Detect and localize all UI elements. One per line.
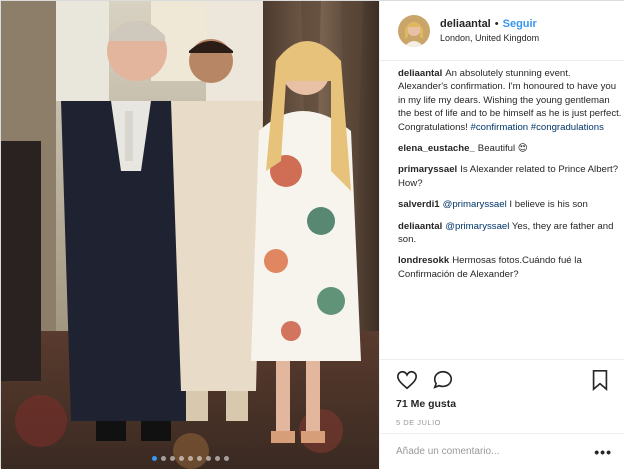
list-item: elena_eustache_ Beautiful 😍 — [398, 142, 622, 155]
comment-username[interactable]: salverdi1 — [398, 199, 440, 210]
more-options-icon[interactable]: ••• — [594, 444, 612, 460]
carousel-dot[interactable] — [187, 456, 193, 461]
post-actions: 71 Me gusta 5 DE JULIO — [380, 359, 624, 427]
avatar[interactable] — [398, 14, 430, 47]
post-date: 5 DE JULIO — [396, 418, 442, 427]
carousel-indicator — [1, 456, 379, 461]
carousel-dot[interactable] — [169, 456, 175, 461]
comment-username[interactable]: primaryssael — [398, 164, 457, 175]
comment-mention[interactable]: @primaryssael — [445, 221, 509, 232]
avatar-image — [398, 14, 430, 47]
carousel-dot[interactable] — [160, 456, 166, 461]
bookmark-icon[interactable] — [590, 369, 612, 391]
carousel-dot[interactable] — [214, 456, 220, 461]
comment-username[interactable]: elena_eustache_ — [398, 143, 475, 154]
carousel-dot[interactable] — [178, 456, 184, 461]
comment-mention[interactable]: @primaryssael — [443, 199, 507, 210]
comment-input[interactable] — [396, 446, 595, 457]
comment-username[interactable]: deliaantal — [398, 221, 442, 232]
follow-button[interactable]: Seguir — [503, 18, 537, 30]
post-photo[interactable] — [1, 1, 379, 469]
comment-text: I believe is his son — [506, 199, 588, 211]
comment-text: Beautiful 😍 — [477, 143, 528, 155]
header-text: deliaantal • Seguir London, United Kingd… — [440, 18, 539, 43]
post-header: deliaantal • Seguir London, United Kingd… — [380, 1, 624, 61]
list-item: deliaantal @primaryssael Yes, they are fa… — [398, 220, 622, 247]
action-icons — [396, 368, 612, 392]
comment-username[interactable]: deliaantal — [398, 68, 442, 79]
instagram-post: deliaantal • Seguir London, United Kingd… — [0, 0, 624, 469]
likes-count[interactable]: 71 Me gusta — [396, 398, 612, 410]
comments-list: deliaantal An absolutely stunning event. … — [398, 67, 622, 289]
carousel-dot[interactable] — [196, 456, 202, 461]
carousel-dot[interactable] — [151, 456, 157, 461]
author-username[interactable]: deliaantal — [440, 18, 491, 30]
post-details-panel: deliaantal • Seguir London, United Kingd… — [379, 1, 624, 469]
comment-username[interactable]: londresokk — [398, 255, 449, 266]
comment-hashtags[interactable]: #confirmation #congradulations — [471, 122, 604, 133]
header-row: deliaantal • Seguir — [440, 18, 539, 30]
carousel-dot[interactable] — [205, 456, 211, 461]
header-separator: • — [494, 18, 499, 30]
carousel-dot[interactable] — [223, 456, 229, 461]
post-location[interactable]: London, United Kingdom — [440, 33, 539, 43]
speech-bubble-icon[interactable] — [432, 369, 454, 391]
add-comment-bar: ••• — [380, 433, 624, 469]
caption: deliaantal An absolutely stunning event. … — [398, 67, 622, 134]
list-item: primaryssael Is Alexander related to Prin… — [398, 163, 622, 190]
photo-image — [1, 1, 379, 469]
list-item: salverdi1 @primaryssael I believe is his … — [398, 198, 622, 211]
heart-icon[interactable] — [396, 369, 418, 391]
list-item: londresokk Hermosas fotos.Cuándo fué la C… — [398, 254, 622, 281]
